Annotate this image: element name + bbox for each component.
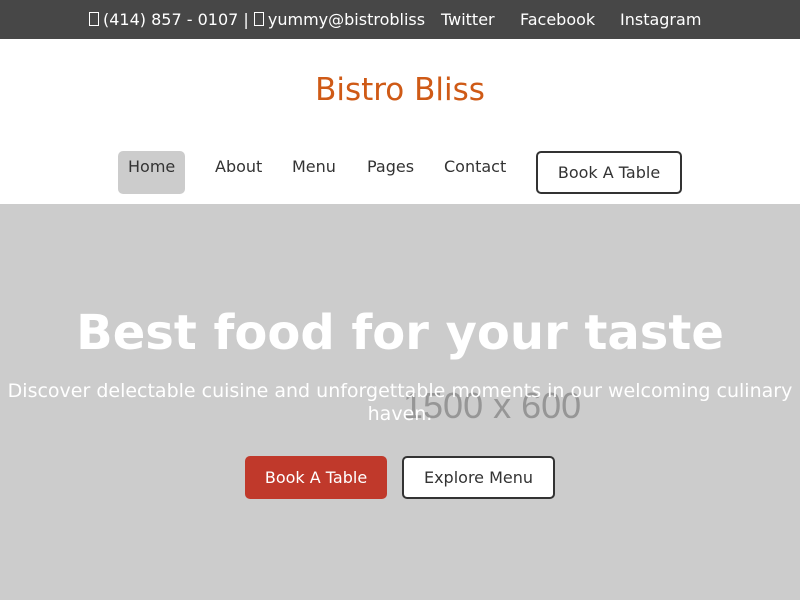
phone-number[interactable]: (414) 857 - 0107	[103, 10, 238, 29]
contact-separator: |	[243, 10, 249, 29]
hero-title: Best food for your taste	[76, 305, 724, 361]
hero-subtitle: Discover delectable cuisine and unforget…	[7, 380, 793, 425]
instagram-link[interactable]: Instagram	[620, 10, 701, 30]
nav-item-home[interactable]: Home	[118, 151, 185, 194]
facebook-link[interactable]: Facebook	[520, 10, 595, 30]
phone-icon	[89, 12, 99, 26]
email-address[interactable]: yummy@bistrobliss	[268, 10, 425, 29]
nav-item-about[interactable]: About	[205, 151, 272, 194]
mail-icon	[253, 12, 264, 26]
top-contact-bar: (414) 857 - 0107 | yummy@bistrobliss Twi…	[0, 0, 800, 39]
explore-menu-button[interactable]: Explore Menu	[402, 456, 555, 499]
nav-item-pages[interactable]: Pages	[357, 151, 424, 194]
site-logo[interactable]: Bistro Bliss	[0, 70, 800, 110]
book-table-nav-button[interactable]: Book A Table	[536, 151, 682, 194]
contact-info: (414) 857 - 0107 | yummy@bistrobliss	[89, 10, 425, 30]
book-table-button[interactable]: Book A Table	[245, 456, 387, 499]
nav-item-menu[interactable]: Menu	[282, 151, 346, 194]
hero-section: 1500 x 600 Best food for your taste Disc…	[0, 204, 800, 600]
nav-item-contact[interactable]: Contact	[434, 151, 516, 194]
twitter-link[interactable]: Twitter	[441, 10, 495, 30]
